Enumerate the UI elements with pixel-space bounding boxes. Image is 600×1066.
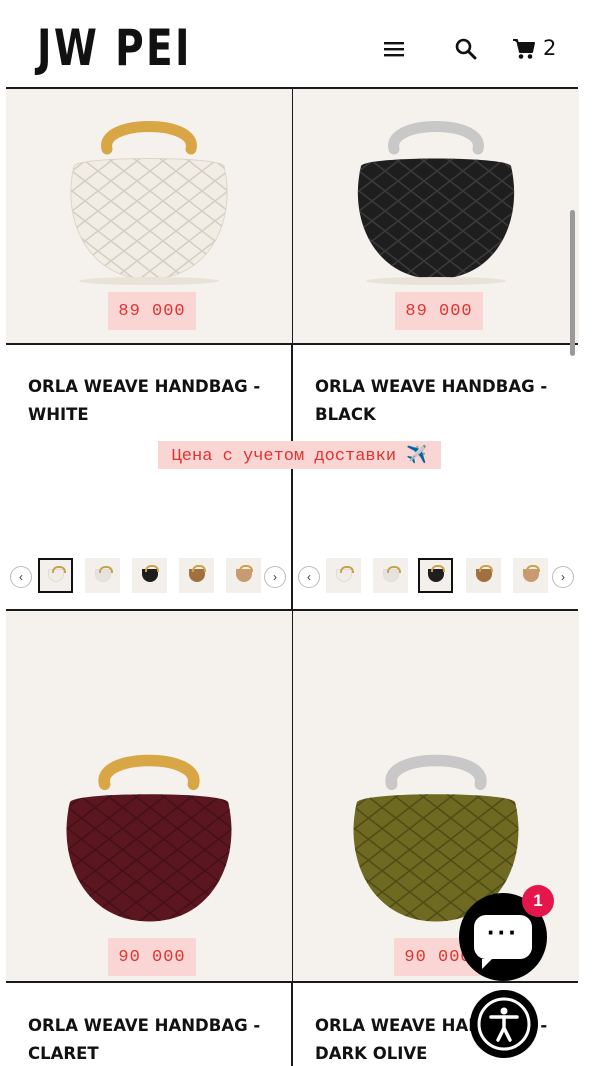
- product-image[interactable]: 89 000: [6, 89, 292, 343]
- chat-notification-badge: 1: [522, 885, 554, 917]
- cart-icon[interactable]: [511, 34, 537, 64]
- chevron-right-icon[interactable]: ›: [552, 566, 574, 588]
- chevron-left-icon[interactable]: ‹: [298, 566, 320, 588]
- site-header: JW PEI 2: [0, 0, 600, 88]
- price-tag: 89 000: [108, 292, 196, 330]
- swatch-black[interactable]: [418, 558, 453, 593]
- product-title[interactable]: ORLA WEAVE HANDBAG - CLARET: [28, 1012, 288, 1066]
- product-image[interactable]: 90 000: [6, 611, 292, 981]
- swatch-white[interactable]: [326, 558, 361, 593]
- product-card-claret[interactable]: 90 000: [6, 611, 292, 981]
- swatch-white[interactable]: [38, 558, 73, 593]
- swatch-black[interactable]: [132, 558, 167, 593]
- swatch-silver-white[interactable]: [373, 558, 408, 593]
- handbag-white-image: [70, 121, 228, 285]
- chevron-right-icon[interactable]: ›: [264, 566, 286, 588]
- product-image[interactable]: 89 000: [293, 89, 579, 343]
- product-title[interactable]: ORLA WEAVE HANDBAG - BLACK: [315, 373, 575, 429]
- chat-icon: ···: [474, 915, 532, 969]
- cart-count[interactable]: 2: [543, 36, 556, 60]
- accessibility-button[interactable]: [470, 990, 538, 1058]
- color-swatches-right: ‹ ›: [296, 558, 578, 598]
- price-tag: 89 000: [395, 292, 483, 330]
- accessibility-icon: [477, 997, 531, 1051]
- scrollbar[interactable]: [570, 210, 575, 356]
- delivery-note: Цена с учетом доставки ✈️: [158, 441, 441, 469]
- menu-icon[interactable]: [379, 34, 409, 64]
- handbag-black-image: [357, 121, 515, 285]
- chevron-left-icon[interactable]: ‹: [10, 566, 32, 588]
- swatch-brown[interactable]: [179, 558, 214, 593]
- swatch-brown[interactable]: [466, 558, 501, 593]
- price-tag: 90 000: [108, 938, 196, 976]
- color-swatches-left: ‹ ›: [8, 558, 288, 598]
- swatch-tan[interactable]: [513, 558, 548, 593]
- product-card-black[interactable]: 89 000: [293, 89, 579, 343]
- swatch-silver-white[interactable]: [85, 558, 120, 593]
- swatch-tan[interactable]: [226, 558, 261, 593]
- brand-logo[interactable]: JW PEI: [37, 18, 192, 78]
- search-icon[interactable]: [451, 34, 481, 64]
- product-title[interactable]: ORLA WEAVE HANDBAG - WHITE: [28, 373, 288, 429]
- product-card-white[interactable]: 89 000: [6, 89, 292, 343]
- handbag-claret-image: [66, 754, 232, 922]
